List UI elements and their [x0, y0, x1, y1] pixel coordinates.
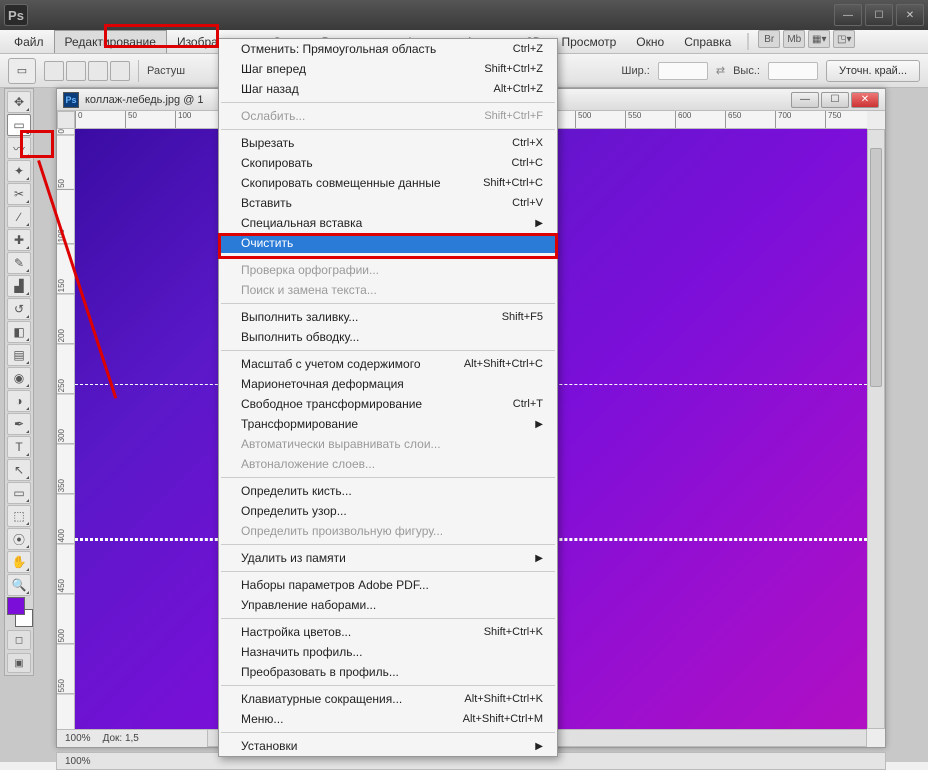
menuitem-удалить-из-памяти[interactable]: Удалить из памяти▶	[219, 548, 557, 568]
doc-max-icon[interactable]: ☐	[821, 92, 849, 108]
zoom-tool[interactable]: 🔍	[7, 574, 31, 596]
ruler-origin[interactable]	[57, 111, 75, 129]
history-brush-tool[interactable]: ↺	[7, 298, 31, 320]
3d-tool[interactable]: ⬚	[7, 505, 31, 527]
healing-tool[interactable]: ✚	[7, 229, 31, 251]
menuitem-шаг-вперед[interactable]: Шаг впередShift+Ctrl+Z	[219, 59, 557, 79]
document-type-icon: Ps	[63, 92, 79, 108]
menuitem-выполнить-обводку-[interactable]: Выполнить обводку...	[219, 327, 557, 347]
menuitem-настройка-цветов-[interactable]: Настройка цветов...Shift+Ctrl+K	[219, 622, 557, 642]
blur-tool[interactable]: ◉	[7, 367, 31, 389]
menu-файл[interactable]: Файл	[4, 30, 54, 53]
crop-tool[interactable]: ✂	[7, 183, 31, 205]
menuitem-определить-кисть-[interactable]: Определить кисть...	[219, 481, 557, 501]
tool-preset-icon[interactable]: ▭	[8, 58, 36, 84]
app-zoom-level[interactable]: 100%	[65, 756, 91, 767]
menu-окно[interactable]: Окно	[626, 30, 674, 53]
width-label: Шир.:	[621, 65, 649, 77]
menuitem-поиск-и-замена-текста-: Поиск и замена текста...	[219, 280, 557, 300]
menuitem-автоматически-выравнивать-слои-: Автоматически выравнивать слои...	[219, 434, 557, 454]
menuitem-проверка-орфографии-: Проверка орфографии...	[219, 260, 557, 280]
menuitem-вставить[interactable]: ВставитьCtrl+V	[219, 193, 557, 213]
magic-wand-tool[interactable]: ✦	[7, 160, 31, 182]
menuitem-наборы-параметров-adobe-pdf-[interactable]: Наборы параметров Adobe PDF...	[219, 575, 557, 595]
type-tool[interactable]: T	[7, 436, 31, 458]
width-input[interactable]	[658, 62, 708, 80]
document-title: коллаж-лебедь.jpg @ 1	[85, 94, 204, 106]
menuitem-ослабить-: Ослабить...Shift+Ctrl+F	[219, 106, 557, 126]
shape-tool[interactable]: ▭	[7, 482, 31, 504]
menuitem-очистить[interactable]: Очистить	[219, 233, 557, 253]
menuitem-шаг-назад[interactable]: Шаг назадAlt+Ctrl+Z	[219, 79, 557, 99]
app-min-icon[interactable]: —	[834, 4, 862, 26]
gradient-tool[interactable]: ▤	[7, 344, 31, 366]
height-label: Выс.:	[733, 65, 760, 77]
doc-size-info[interactable]: Док: 1,5	[103, 733, 139, 744]
height-input[interactable]	[768, 62, 818, 80]
scrollbar-vertical[interactable]	[867, 129, 885, 729]
color-swatches[interactable]	[7, 597, 33, 627]
menuitem-управление-наборами-[interactable]: Управление наборами...	[219, 595, 557, 615]
refine-edge-button[interactable]: Уточн. край...	[826, 60, 920, 82]
swap-wh-icon[interactable]: ⇄	[716, 64, 725, 77]
menu-редактирование[interactable]: Редактирование	[54, 30, 167, 53]
doc-close-icon[interactable]: ✕	[851, 92, 879, 108]
menuitem-марионеточная-деформация[interactable]: Марионеточная деформация	[219, 374, 557, 394]
stamp-tool[interactable]: ▟	[7, 275, 31, 297]
menuitem-определить-узор-[interactable]: Определить узор...	[219, 501, 557, 521]
menuitem-отменить-прямоугольная-область[interactable]: Отменить: Прямоугольная областьCtrl+Z	[219, 39, 557, 59]
app-max-icon[interactable]: ☐	[865, 4, 893, 26]
menuitem-специальная-вставка[interactable]: Специальная вставка▶	[219, 213, 557, 233]
menuitem-определить-произвольную-фигуру-: Определить произвольную фигуру...	[219, 521, 557, 541]
ruler-vertical[interactable]: 050100150200250300350400450500550	[57, 129, 75, 729]
brush-tool[interactable]: ✎	[7, 252, 31, 274]
menuitem-свободное-трансформирование[interactable]: Свободное трансформированиеCtrl+T	[219, 394, 557, 414]
menuitem-преобразовать-в-профиль-[interactable]: Преобразовать в профиль...	[219, 662, 557, 682]
menuitem-скопировать[interactable]: СкопироватьCtrl+C	[219, 153, 557, 173]
menuitem-масштаб-с-учетом-содержимого[interactable]: Масштаб с учетом содержимогоAlt+Shift+Ct…	[219, 354, 557, 374]
menuitem-меню-[interactable]: Меню...Alt+Shift+Ctrl+M	[219, 709, 557, 729]
menuitem-выполнить-заливку-[interactable]: Выполнить заливку...Shift+F5	[219, 307, 557, 327]
quick-mask-icon[interactable]: ◻	[7, 630, 31, 650]
menuitem-назначить-профиль-[interactable]: Назначить профиль...	[219, 642, 557, 662]
doc-min-icon[interactable]: —	[791, 92, 819, 108]
edit-menu-dropdown: Отменить: Прямоугольная областьCtrl+ZШаг…	[218, 38, 558, 757]
caption-bar: Ps — ☐ ✕	[0, 0, 928, 30]
app-logo: Ps	[4, 4, 28, 26]
menuitem-вырезать[interactable]: ВырезатьCtrl+X	[219, 133, 557, 153]
move-tool[interactable]: ✥	[7, 91, 31, 113]
menubar-shortcut-icon-3[interactable]: ◳▾	[833, 30, 855, 48]
pen-tool[interactable]: ✒	[7, 413, 31, 435]
menubar-shortcut-icon-2[interactable]: ▦▾	[808, 30, 830, 48]
eyedropper-tool[interactable]: ∕	[7, 206, 31, 228]
eraser-tool[interactable]: ◧	[7, 321, 31, 343]
menuitem-автоналожение-слоев-: Автоналожение слоев...	[219, 454, 557, 474]
zoom-level[interactable]: 100%	[65, 733, 91, 744]
menubar-shortcut-icon-1[interactable]: Mb	[783, 30, 805, 48]
selection-mode-group[interactable]	[44, 61, 130, 81]
dodge-tool[interactable]: ◑	[7, 390, 31, 412]
menuitem-клавиатурные-сокращения-[interactable]: Клавиатурные сокращения...Alt+Shift+Ctrl…	[219, 689, 557, 709]
menuitem-установки[interactable]: Установки▶	[219, 736, 557, 756]
lasso-tool[interactable]: 〰	[7, 137, 31, 159]
3d-camera-tool[interactable]: ⦿	[7, 528, 31, 550]
feather-label: Растуш	[147, 65, 185, 77]
menu-справка[interactable]: Справка	[674, 30, 741, 53]
app-close-icon[interactable]: ✕	[896, 4, 924, 26]
toolbox: ✥▭〰✦✂∕✚✎▟↺◧▤◉◑✒T↖▭⬚⦿✋🔍◻▣	[4, 88, 34, 676]
hand-tool[interactable]: ✋	[7, 551, 31, 573]
menuitem-скопировать-совмещенные-данные[interactable]: Скопировать совмещенные данныеShift+Ctrl…	[219, 173, 557, 193]
menuitem-трансформирование[interactable]: Трансформирование▶	[219, 414, 557, 434]
path-tool[interactable]: ↖	[7, 459, 31, 481]
menu-просмотр[interactable]: Просмотр	[551, 30, 626, 53]
menubar-shortcut-icon-0[interactable]: Br	[758, 30, 780, 48]
screen-mode-icon[interactable]: ▣	[7, 653, 31, 673]
marquee-tool[interactable]: ▭	[7, 114, 31, 136]
